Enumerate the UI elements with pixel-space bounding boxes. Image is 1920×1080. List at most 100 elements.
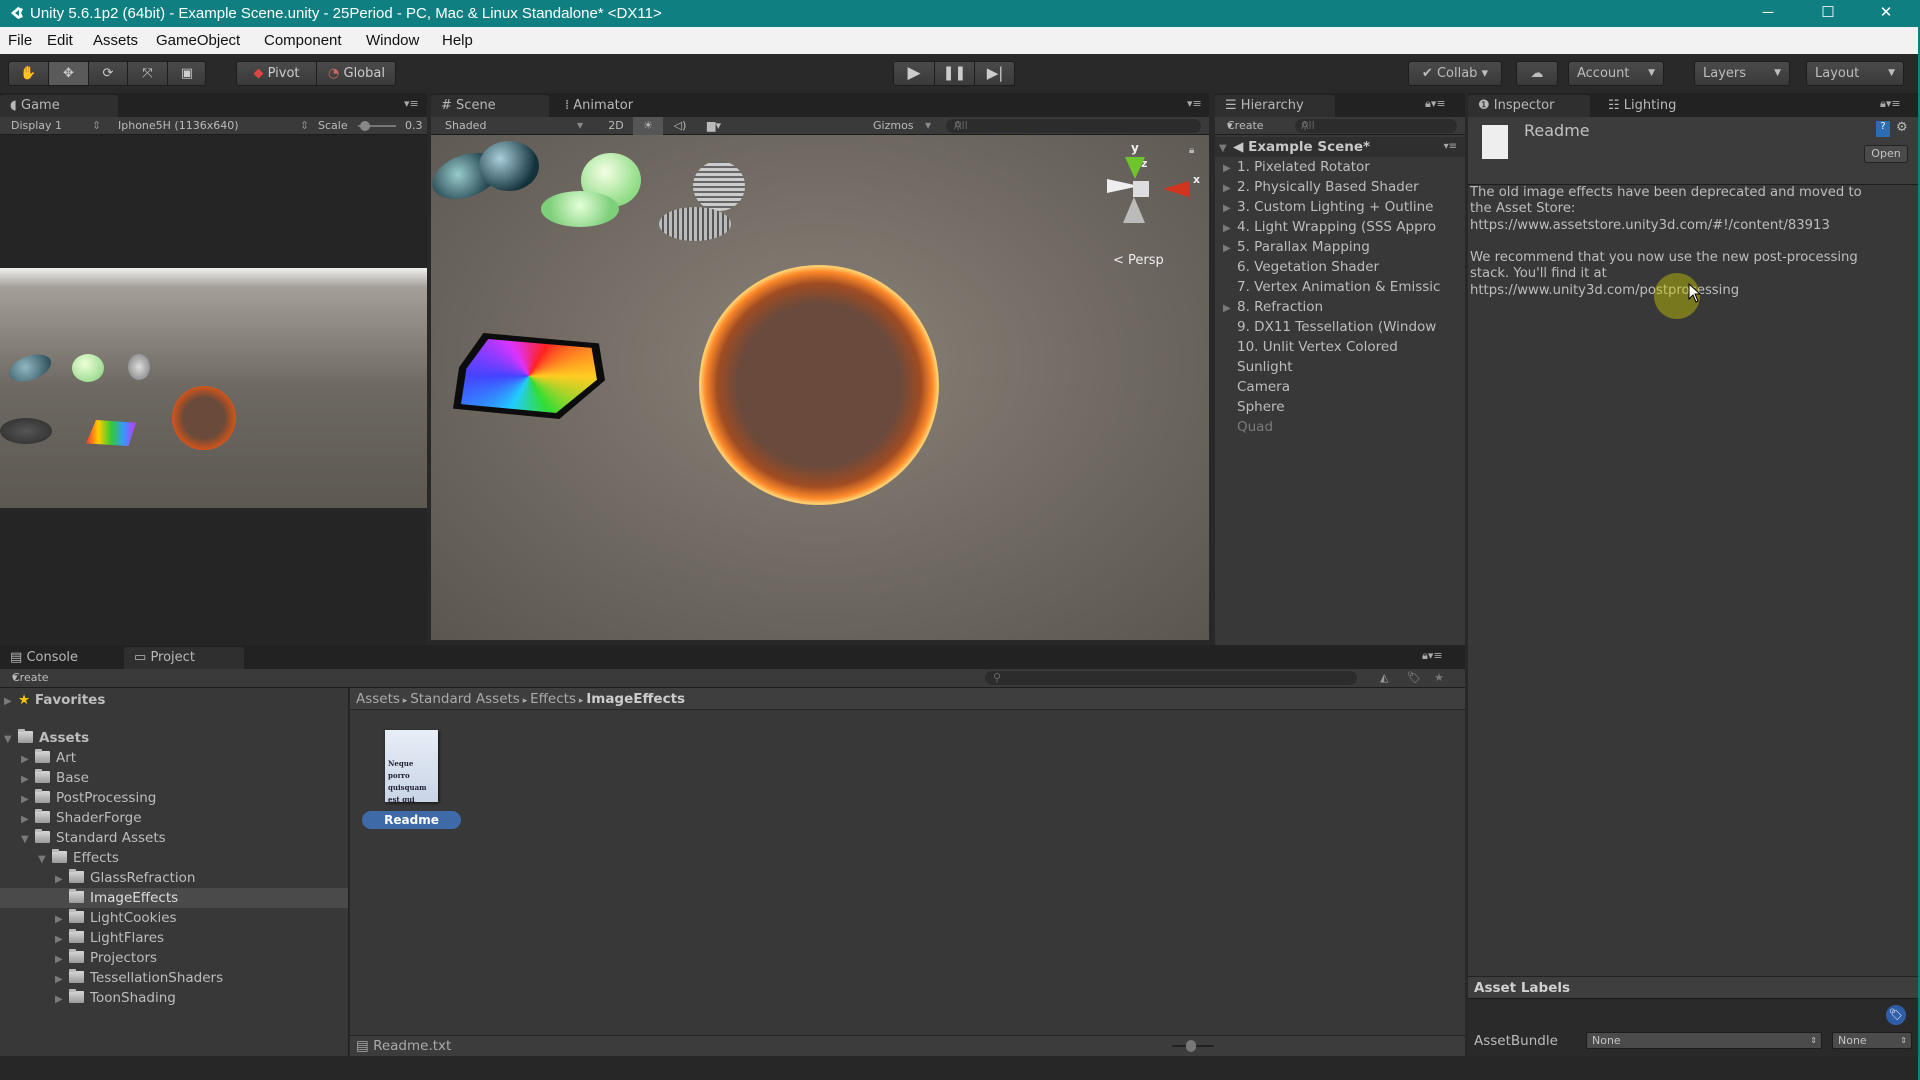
hierarchy-item[interactable]: 7. Vertex Animation & Emissic [1223, 277, 1440, 297]
search-by-type-icon[interactable]: ◭ [1380, 669, 1388, 687]
expand-arrow-icon[interactable]: ▶ [1223, 239, 1237, 259]
folder-item[interactable]: ▶ Projectors [0, 948, 348, 968]
axis-x-cone[interactable] [1163, 181, 1189, 197]
expand-arrow-icon[interactable]: ▶ [21, 770, 35, 790]
label-tag-icon[interactable]: 🏷︎ [1886, 1005, 1906, 1025]
lock-icon[interactable]: 🔒︎▾≡ [1425, 97, 1446, 111]
hierarchy-item[interactable]: ▶ 8. Refraction [1223, 297, 1323, 317]
axis-neg-y-cone[interactable] [1123, 197, 1145, 223]
global-button[interactable]: ◔ Global [317, 62, 396, 85]
tab-game[interactable]: ◖ Game [0, 95, 118, 117]
tab-console[interactable]: ▤ Console [0, 647, 120, 669]
hierarchy-item[interactable]: 10. Unlit Vertex Colored [1223, 337, 1398, 357]
expand-arrow-icon[interactable]: ▶ [1223, 299, 1237, 319]
breadcrumb-item[interactable]: Standard Assets [410, 691, 520, 707]
collab-button[interactable]: ✔ Collab ▾ [1408, 61, 1502, 86]
expand-arrow-icon[interactable]: ▶ [1223, 199, 1237, 219]
readme-text-line[interactable]: https://www.assetstore.unity3d.com/#!/co… [1470, 218, 1910, 234]
scene-root-item[interactable]: ▼ ◀ Example Scene* ▾≡ [1215, 137, 1465, 157]
folder-item[interactable]: ▶ Art [0, 748, 348, 770]
step-button[interactable]: ▶| [975, 62, 1015, 85]
breadcrumb-item[interactable]: ImageEffects [586, 691, 685, 707]
menu-window[interactable]: Window [366, 27, 419, 54]
layers-dropdown[interactable]: Layers ▼ [1694, 61, 1790, 86]
folder-item[interactable]: ▶ LightFlares [0, 928, 348, 950]
folder-item[interactable]: ▼ Assets [0, 728, 348, 750]
rotate-icon[interactable]: ⟳ [89, 62, 128, 85]
audio-toggle-icon[interactable]: ◁) [667, 117, 693, 135]
folder-item[interactable]: ▶ GlassRefraction [0, 868, 348, 890]
scene-view[interactable]: y z x 🔒︎ < Persp [431, 135, 1209, 640]
asset-labels-header[interactable]: Asset Labels [1468, 976, 1920, 999]
menu-edit[interactable]: Edit [47, 27, 73, 54]
hierarchy-item[interactable]: Quad [1223, 417, 1273, 437]
tab-project[interactable]: ▭ Project [124, 647, 244, 669]
readme-file-thumbnail[interactable]: Neque porro quisquam est qui dolorem. [385, 730, 438, 802]
minimize-button[interactable]: ─ [1740, 0, 1796, 27]
expand-arrow-icon[interactable]: ▶ [21, 810, 35, 830]
lock-icon[interactable]: 🔒︎▾≡ [1880, 97, 1901, 111]
expand-arrow-icon[interactable]: ▶ [21, 750, 35, 770]
lighting-toggle-icon[interactable]: ☀ [633, 117, 663, 135]
pause-button[interactable]: ❚❚ [935, 62, 975, 85]
hierarchy-item[interactable]: Sunlight [1223, 357, 1293, 377]
breadcrumb-item[interactable]: Assets [356, 691, 400, 707]
axis-y-cone[interactable] [1125, 157, 1145, 179]
asset-variant-dropdown[interactable]: None ⇕ [1832, 1032, 1912, 1049]
2d-toggle[interactable]: 2D [601, 117, 631, 135]
shading-dropdown[interactable]: Shaded [445, 117, 486, 135]
maximize-button[interactable]: ☐ [1800, 0, 1856, 27]
folder-item[interactable]: ▶ ToonShading [0, 988, 348, 1010]
account-dropdown[interactable]: Account ▼ [1568, 61, 1664, 86]
expand-arrow-icon[interactable]: ▶ [21, 790, 35, 810]
asset-bundle-dropdown[interactable]: None ⇕ [1586, 1032, 1822, 1049]
menu-component[interactable]: Component [264, 27, 342, 54]
hierarchy-search-input[interactable]: ⚲ All [1295, 119, 1457, 133]
folder-item[interactable]: ▶ TessellationShaders [0, 968, 348, 990]
hierarchy-item[interactable]: Camera [1223, 377, 1290, 397]
scale-icon[interactable]: ⤧ [128, 62, 168, 85]
tab-inspector[interactable]: ❶ Inspector [1468, 95, 1590, 117]
expand-arrow-icon[interactable]: ▶ [55, 930, 69, 950]
expand-arrow-icon[interactable]: ▼ [4, 730, 18, 750]
panel-menu-icon[interactable]: ▾≡ [404, 97, 419, 110]
expand-arrow-icon[interactable]: ▼ [21, 830, 35, 850]
icon-size-slider-thumb[interactable] [1186, 1040, 1196, 1052]
menu-assets[interactable]: Assets [93, 27, 138, 54]
gear-icon[interactable]: ⚙ [1896, 120, 1908, 135]
hierarchy-item[interactable]: ▶ 5. Parallax Mapping [1223, 237, 1370, 257]
expand-arrow-icon[interactable]: ▶ [4, 692, 18, 712]
rect-icon[interactable]: ▣ [168, 62, 206, 85]
menu-file[interactable]: File [8, 27, 32, 54]
hierarchy-item[interactable]: ▶ 4. Light Wrapping (SSS Appro [1223, 217, 1436, 237]
menu-gameobject[interactable]: GameObject [156, 27, 240, 54]
lock-icon[interactable]: 🔒︎▾≡ [1422, 649, 1443, 663]
resolution-dropdown[interactable]: Iphone5H (1136x640) [118, 117, 239, 135]
expand-arrow-icon[interactable]: ▶ [1223, 159, 1237, 179]
close-button[interactable]: ✕ [1858, 0, 1914, 27]
breadcrumb-item[interactable]: Effects [530, 691, 576, 707]
display-dropdown[interactable]: Display 1 [11, 117, 62, 135]
folder-item[interactable]: ▶ PostProcessing [0, 788, 348, 810]
expand-arrow-icon[interactable]: ▶ [55, 910, 69, 930]
gizmos-dropdown[interactable]: Gizmos [873, 117, 914, 135]
hierarchy-item[interactable]: ▶ 2. Physically Based Shader [1223, 177, 1419, 197]
cloud-button[interactable]: ☁ [1516, 61, 1558, 86]
expand-arrow-icon[interactable]: ▶ [55, 990, 69, 1010]
expand-arrow-icon[interactable]: ▼ [1219, 139, 1233, 159]
expand-arrow-icon[interactable]: ▶ [1223, 219, 1237, 239]
menu-help[interactable]: Help [442, 27, 473, 54]
expand-arrow-icon[interactable]: ▶ [55, 870, 69, 890]
gizmo-center[interactable] [1133, 181, 1149, 197]
expand-arrow-icon[interactable]: ▼ [38, 850, 52, 870]
help-icon[interactable]: ? [1876, 121, 1890, 137]
move-icon[interactable]: ✥ [49, 62, 89, 85]
layout-dropdown[interactable]: Layout ▼ [1806, 61, 1904, 86]
panel-menu-icon[interactable]: ▾≡ [1187, 97, 1202, 110]
project-search-input[interactable]: ⚲ [985, 671, 1357, 685]
expand-arrow-icon[interactable]: ▶ [55, 970, 69, 990]
folder-item[interactable]: ▶ ShaderForge [0, 808, 348, 830]
game-view[interactable] [0, 135, 427, 645]
search-by-label-icon[interactable]: 🏷︎ [1407, 669, 1421, 687]
scene-menu-icon[interactable]: ▾≡ [1444, 137, 1457, 157]
